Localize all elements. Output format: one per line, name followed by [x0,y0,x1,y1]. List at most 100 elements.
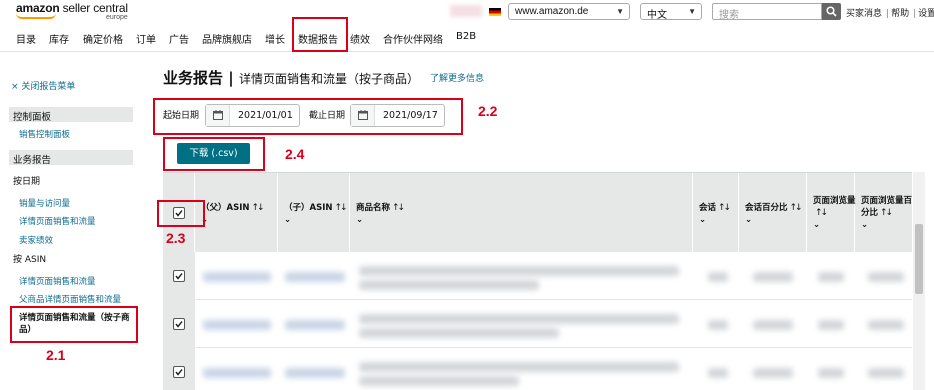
redacted-product-name [359,280,539,290]
row-checkbox[interactable] [173,318,185,330]
chevron-down-icon[interactable]: ⌄ [813,220,820,230]
column-parent-asin[interactable]: （父）ASIN ↑↓ ⌄ [195,173,278,253]
column-page-views-percentage[interactable]: 页面浏览量百分比 ↑↓ ⌄ [855,173,912,253]
search-icon [826,6,837,17]
annotation-2-4: 2.4 [285,146,305,162]
close-report-menu[interactable]: × 关闭报告菜单 [11,79,75,92]
table-row[interactable] [163,252,912,300]
redacted-page-views [818,320,844,330]
nav-brand-store[interactable]: 品牌旗舰店 [202,31,252,46]
sidebar-item-parent-detail-page[interactable]: 父商品详情页面销售和流量 [19,293,121,305]
language-value: 中文 [647,10,667,21]
buyer-messages-link[interactable]: 买家消息 [846,9,882,19]
report-table: （父）ASIN ↑↓ ⌄ （子）ASIN ↑↓ ⌄ 商品名称 ↑↓ ⌄ 会话 ↑↓ ⌄ 会话百分… [163,172,912,390]
redacted-product-name [359,314,679,324]
redacted-parent-asin [203,320,271,330]
nav-orders[interactable]: 订单 [136,31,156,46]
chevron-down-icon[interactable]: ⌄ [861,220,868,230]
row-checkbox[interactable] [173,366,185,378]
sort-icon[interactable]: ↑↓ [790,203,803,213]
nav-performance[interactable]: 绩效 [350,31,370,46]
column-label: 商品名称 [356,203,391,213]
chevron-down-icon: ▼ [616,7,624,16]
page-subtitle: 详情页面销售和流量（按子商品） [238,72,419,86]
marketplace-select[interactable]: www.amazon.de ▼ [508,3,630,20]
germany-flag-icon [489,8,501,16]
sort-icon[interactable]: ↑↓ [334,203,347,213]
top-header: amazon seller central europe www.amazon.… [0,0,934,52]
sidebar-section-dashboard: 控制面板 [9,107,133,123]
sort-icon[interactable]: ↑↓ [392,203,405,213]
column-child-asin[interactable]: （子）ASIN ↑↓ ⌄ [278,173,350,253]
search-button[interactable] [822,3,841,20]
column-label: （子）ASIN [284,203,333,213]
chevron-down-icon[interactable]: ⌄ [699,215,706,225]
redacted-product-name [359,328,559,338]
settings-link[interactable]: 设置 [918,9,934,19]
row-checkbox[interactable] [173,270,185,282]
help-link[interactable]: 帮助 [891,9,909,19]
highlight-date-range [153,98,463,135]
sidebar-item-sales-dashboard[interactable]: 销售控制面板 [19,128,70,140]
column-page-views[interactable]: 页面浏览量 ↑↓ ⌄ [807,173,856,253]
sidebar-group-by-asin: 按 ASIN [13,255,47,265]
row-select-cell [163,300,195,348]
annotation-2-2: 2.2 [478,103,498,119]
sort-icon[interactable]: ↑↓ [815,208,828,218]
table-row[interactable] [163,348,912,390]
nav-growth[interactable]: 增长 [265,31,285,46]
header-links: 买家消息 | 帮助 | 设置 [846,6,934,19]
redacted-product-name [359,362,679,372]
sidebar-group-by-date: 按日期 [13,177,41,187]
annotation-2-1: 2.1 [46,347,66,363]
redacted-session-pct [753,368,793,378]
table-row[interactable] [163,300,912,348]
learn-more-link[interactable]: 了解更多信息 [430,71,484,84]
column-label: 会话百分比 [745,203,788,213]
language-select[interactable]: 中文 ▼ [640,3,702,21]
page-title: 业务报告 | 详情页面销售和流量（按子商品） [163,67,419,88]
nav-partner-network[interactable]: 合作伙伴网络 [383,31,443,46]
chevron-down-icon[interactable]: ⌄ [284,215,291,225]
sort-icon[interactable]: ↑↓ [718,203,731,213]
sidebar-section-business-reports: 业务报告 [9,150,133,166]
redacted-page-views [818,272,844,282]
redacted-parent-asin [203,272,271,282]
check-icon [175,321,183,328]
column-label: 页面浏览量 [813,196,856,206]
chevron-down-icon[interactable]: ⌄ [356,215,363,225]
scrollbar-thumb[interactable] [915,224,923,294]
sidebar-item-detail-page-date[interactable]: 详情页面销售和流量 [19,215,96,227]
sidebar-item-seller-performance[interactable]: 卖家绩效 [19,234,53,246]
redacted-product-name [359,376,519,386]
highlight-child-item [10,306,138,343]
column-product-name[interactable]: 商品名称 ↑↓ ⌄ [350,173,693,253]
page-title-main: 业务报告 | [163,69,234,87]
amazon-smile-icon [16,13,56,19]
redacted-child-asin [285,272,345,282]
row-select-cell [163,252,195,300]
redacted-product-name [359,266,679,276]
redacted-page-views-pct [868,368,904,378]
column-sessions[interactable]: 会话 ↑↓ ⌄ [693,173,739,253]
search-input[interactable]: 搜索 [712,3,822,21]
nav-advertising[interactable]: 广告 [169,31,189,46]
column-session-percentage[interactable]: 会话百分比 ↑↓ ⌄ [739,173,807,253]
marketplace-value: www.amazon.de [515,6,589,17]
logo-region: europe [106,14,128,21]
sort-icon[interactable]: ↑↓ [880,208,893,218]
table-scrollbar[interactable] [913,172,925,390]
nav-inventory[interactable]: 库存 [49,31,69,46]
redacted-sessions [708,320,728,330]
sidebar-item-detail-page-asin[interactable]: 详情页面销售和流量 [19,275,96,287]
row-select-cell [163,348,195,390]
nav-b2b[interactable]: B2B [456,31,476,42]
sort-icon[interactable]: ↑↓ [251,203,264,213]
redacted-sessions [708,272,728,282]
redacted-session-pct [753,320,793,330]
nav-pricing[interactable]: 确定价格 [83,31,123,46]
nav-catalog[interactable]: 目录 [16,31,36,46]
sidebar-item-sales-traffic[interactable]: 销量与访问量 [19,197,70,209]
redacted-child-asin [285,320,345,330]
chevron-down-icon[interactable]: ⌄ [745,215,752,225]
